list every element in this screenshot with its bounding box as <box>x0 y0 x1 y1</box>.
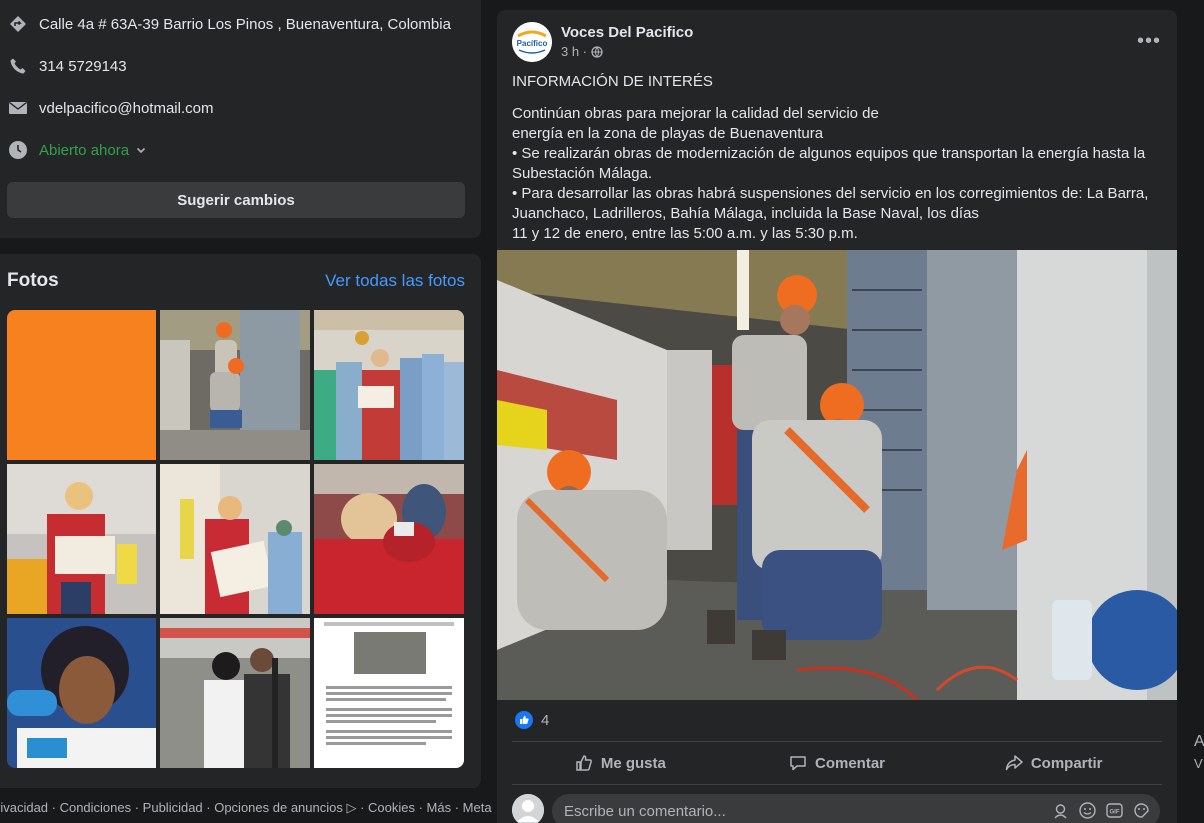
reactions-divider <box>512 741 1162 742</box>
email-row: vdelpacifico@hotmail.com <box>7 96 213 120</box>
photo-thumbnail[interactable] <box>160 618 310 768</box>
side-cut-letter: A <box>1194 733 1204 750</box>
comment-composer: GIF <box>512 794 1162 823</box>
photo-grid <box>7 310 464 768</box>
clock-icon <box>7 139 29 161</box>
more-options-icon[interactable]: ••• <box>1137 30 1161 53</box>
comment-label: Comentar <box>815 754 886 772</box>
like-label: Me gusta <box>600 754 666 772</box>
phone-row: 314 5729143 <box>7 54 127 78</box>
user-avatar[interactable] <box>512 794 544 823</box>
like-button[interactable]: Me gusta <box>512 747 729 779</box>
post-line: energía en la zona de playas de Buenaven… <box>512 125 824 142</box>
sticker-icon[interactable] <box>1133 802 1150 819</box>
photo-thumbnail[interactable] <box>7 464 156 614</box>
see-all-photos-link[interactable]: Ver todas las fotos <box>325 271 465 291</box>
phone-text[interactable]: 314 5729143 <box>39 58 127 75</box>
post-line: Continúan obras para mejorar la calidad … <box>512 105 879 122</box>
avatar-logo-text: Pacífico <box>517 39 548 48</box>
email-text[interactable]: vdelpacifico@hotmail.com <box>39 100 213 117</box>
post-card: Pacífico Voces Del Pacifico 3 h · ••• IN… <box>497 10 1177 823</box>
phone-icon <box>7 55 29 77</box>
photo-thumbnail[interactable] <box>314 618 464 768</box>
comment-tools: GIF <box>1052 802 1150 819</box>
avatar-sticker-icon[interactable] <box>1052 802 1069 819</box>
post-text: INFORMACIÓN DE INTERÉS Continúan obras p… <box>512 72 1162 244</box>
hours-text: Abierto ahora <box>39 141 130 159</box>
hours-row[interactable]: Abierto ahora <box>7 138 147 162</box>
photo-thumbnail[interactable] <box>160 464 310 614</box>
photo-thumbnail[interactable] <box>314 464 464 614</box>
page-avatar[interactable]: Pacífico <box>512 22 552 62</box>
post-actions: Me gusta Comentar Compartir <box>512 747 1162 779</box>
actions-divider <box>512 784 1162 785</box>
post-heading: INFORMACIÓN DE INTERÉS <box>512 73 713 90</box>
post-line: 11 y 12 de enero, entre las 5:00 a.m. y … <box>512 225 858 242</box>
chevron-down-icon[interactable] <box>135 144 147 156</box>
address-text: Calle 4a # 63A-39 Barrio Los Pinos , Bue… <box>39 15 451 33</box>
directions-icon <box>7 13 29 35</box>
page-name[interactable]: Voces Del Pacifico <box>561 24 693 41</box>
post-line: • Se realizarán obras de modernización d… <box>512 145 1146 182</box>
share-icon <box>1005 754 1023 772</box>
page-info-card: Calle 4a # 63A-39 Barrio Los Pinos , Bue… <box>0 0 481 238</box>
like-reaction-icon <box>515 711 533 729</box>
photos-card: Fotos Ver todas las fotos <box>0 254 481 788</box>
address-row: Calle 4a # 63A-39 Barrio Los Pinos , Bue… <box>7 12 451 36</box>
comment-icon <box>789 754 807 772</box>
share-label: Compartir <box>1030 754 1103 772</box>
thumbs-up-icon <box>575 754 593 772</box>
reaction-count: 4 <box>541 711 550 729</box>
footer-links[interactable]: rivacidad · Condiciones · Publicidad · O… <box>0 800 492 816</box>
globe-icon <box>591 45 603 58</box>
post-meta: 3 h · <box>561 44 603 59</box>
post-photo[interactable] <box>497 250 1177 700</box>
reactions-summary[interactable]: 4 <box>515 711 549 729</box>
side-cut-letter: V <box>1194 756 1203 771</box>
photos-title: Fotos <box>7 270 59 291</box>
photo-thumbnail[interactable] <box>7 310 156 460</box>
gif-icon[interactable]: GIF <box>1106 802 1123 819</box>
photo-thumbnail[interactable] <box>7 618 156 768</box>
post-line: • Para desarrollar las obras habrá suspe… <box>512 185 1149 222</box>
suggest-changes-button[interactable]: Sugerir cambios <box>7 182 465 218</box>
mail-icon <box>7 97 29 119</box>
comment-button[interactable]: Comentar <box>729 747 946 779</box>
gif-label: GIF <box>1110 810 1120 816</box>
photo-thumbnail[interactable] <box>314 310 464 460</box>
photo-thumbnail[interactable] <box>160 310 310 460</box>
post-time[interactable]: 3 h · <box>561 44 587 59</box>
share-button[interactable]: Compartir <box>945 747 1162 779</box>
emoji-icon[interactable] <box>1079 802 1096 819</box>
